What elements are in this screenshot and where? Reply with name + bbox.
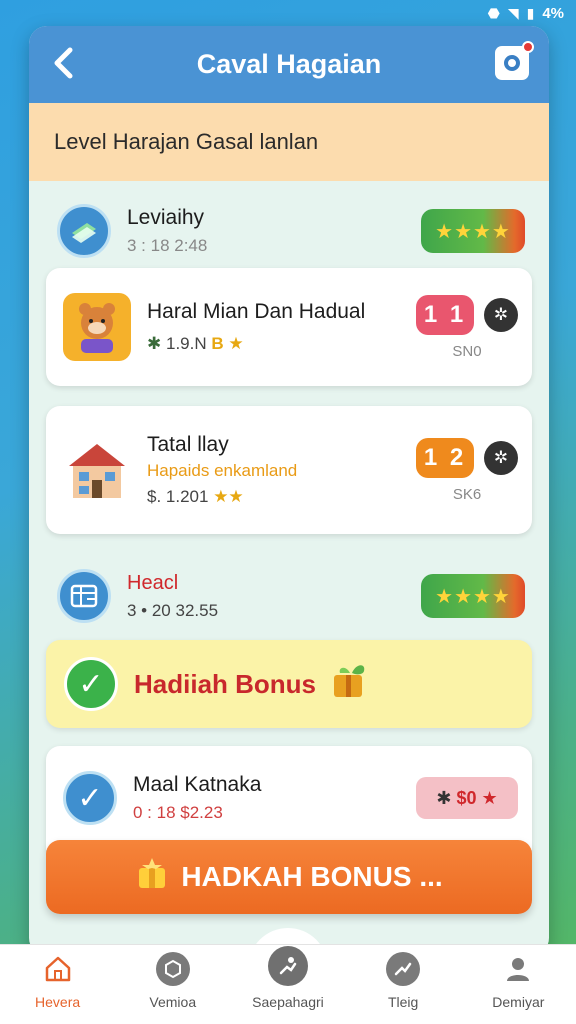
notification-dot xyxy=(522,41,534,53)
item-title: Tatal llay xyxy=(147,433,229,456)
item-title: Heacl xyxy=(127,571,179,594)
item-tagline: Hapaids enkamland xyxy=(147,461,298,480)
item-code: SN0 xyxy=(452,342,482,360)
leaf-icon: ✱ xyxy=(147,334,162,353)
item-subtitle: $. 1.201 ★★ xyxy=(147,487,244,506)
list-item-maal[interactable]: ✓ Maal Katnaka 0 : 18 $2.23 ✱ $0 ★ xyxy=(46,746,532,850)
profile-icon xyxy=(501,952,535,986)
gift-box-icon xyxy=(330,661,370,707)
nav-item-tleig[interactable]: Tleig xyxy=(353,952,453,1010)
nav-label: Demiyar xyxy=(492,994,545,1010)
activity-icon xyxy=(267,946,308,986)
item-subtitle: 3 : 18 2:48 xyxy=(127,236,208,255)
item-subtitle: 0 : 18 $2.23 xyxy=(133,803,223,822)
nav-label: Tleig xyxy=(387,994,419,1010)
nav-item-vemioa[interactable]: Vemioa xyxy=(123,952,223,1010)
main-card: Caval Hagaian Level Harajan Gasal lanlan… xyxy=(29,26,549,956)
price-badge: ✱ $0 ★ xyxy=(416,777,518,819)
chevron-left-icon xyxy=(54,47,73,79)
home-icon xyxy=(41,952,75,986)
item-subtitle: ✱ 1.9.N B ★ xyxy=(147,334,244,353)
camera-button[interactable] xyxy=(495,41,534,80)
bottom-nav: Hevera Vemioa Saepahagri Tleig Demiyar xyxy=(0,944,576,1024)
nav-item-center[interactable]: Saepahagri xyxy=(238,946,338,1010)
star-icon: ★★★★ xyxy=(435,585,511,608)
nav-label: Vemioa xyxy=(149,994,197,1010)
badge-letter: B xyxy=(211,334,224,353)
notification-icon: ⬣ xyxy=(487,4,500,21)
status-bar: ⬣ ◥ ▮ 4% xyxy=(0,0,576,26)
house-icon xyxy=(63,436,131,504)
page-title: Caval Hagaian xyxy=(196,49,382,79)
check-icon: ✓ xyxy=(64,657,118,711)
app-header: Caval Hagaian xyxy=(29,26,549,103)
chart-icon xyxy=(386,952,421,986)
signal-icon: ▮ xyxy=(526,4,535,21)
count-badge: 1 2 xyxy=(416,437,474,478)
nav-item-home[interactable]: Hevera xyxy=(8,952,108,1010)
item-code: SK6 xyxy=(452,485,482,503)
star-icon: ★ xyxy=(228,334,244,353)
item-title: Haral Mian Dan Hadual xyxy=(147,300,366,323)
star-icon: ★ xyxy=(481,787,498,808)
star-rating-badge: ★★★★ xyxy=(421,574,525,618)
back-button[interactable] xyxy=(51,46,81,82)
level-banner-text: Level Harajan Gasal lanlan xyxy=(54,129,319,154)
sparkle-icon: ✲ xyxy=(493,447,509,467)
wifi-icon: ◥ xyxy=(507,4,519,21)
check-circle-icon: ✓ xyxy=(63,771,117,825)
star-rating-badge: ★★★★ xyxy=(421,209,525,253)
battery-level: 4% xyxy=(542,4,564,22)
document-stack-icon xyxy=(57,204,111,258)
list-item-haral[interactable]: Haral Mian Dan Hadual ✱ 1.9.N B ★ 1 1 ✲ … xyxy=(46,268,532,386)
bonus-banner-text: Hadiiah Bonus xyxy=(134,668,317,699)
item-title: Maal Katnaka xyxy=(133,773,262,796)
item-subtitle: 3 • 20 32.55 xyxy=(127,600,219,620)
star-icon: ★★ xyxy=(213,487,244,506)
action-button[interactable]: ✲ xyxy=(484,297,518,332)
count-badge: 1 1 xyxy=(416,294,474,335)
star-icon: ★★★★ xyxy=(435,220,511,243)
bonus-cta-label: HADKAH BONUS ... xyxy=(181,861,443,892)
sparkle-icon: ✲ xyxy=(493,304,509,324)
bear-avatar-icon xyxy=(63,293,131,361)
grid-icon xyxy=(57,569,111,623)
nav-label: Saepahagri xyxy=(252,994,324,1010)
nav-item-profile[interactable]: Demiyar xyxy=(468,952,568,1010)
level-banner: Level Harajan Gasal lanlan xyxy=(29,103,549,181)
gift-icon xyxy=(135,856,169,898)
list-item-leviaihy[interactable]: Leviaihy 3 : 18 2:48 ★★★★ xyxy=(57,191,525,271)
item-title: Leviaihy xyxy=(127,206,205,229)
list-item-tatal[interactable]: Tatal llay Hapaids enkamland $. 1.201 ★★… xyxy=(46,406,532,534)
nav-label: Hevera xyxy=(35,994,81,1010)
action-button[interactable]: ✲ xyxy=(484,440,518,475)
camera-icon xyxy=(504,55,520,71)
puzzle-icon: ✱ xyxy=(436,787,452,808)
list-item-heacl[interactable]: Heacl 3 • 20 32.55 ★★★★ xyxy=(57,556,525,636)
box-icon xyxy=(155,952,190,986)
bonus-banner[interactable]: ✓ Hadiiah Bonus xyxy=(46,640,532,728)
bonus-cta-button[interactable]: HADKAH BONUS ... xyxy=(46,840,532,914)
